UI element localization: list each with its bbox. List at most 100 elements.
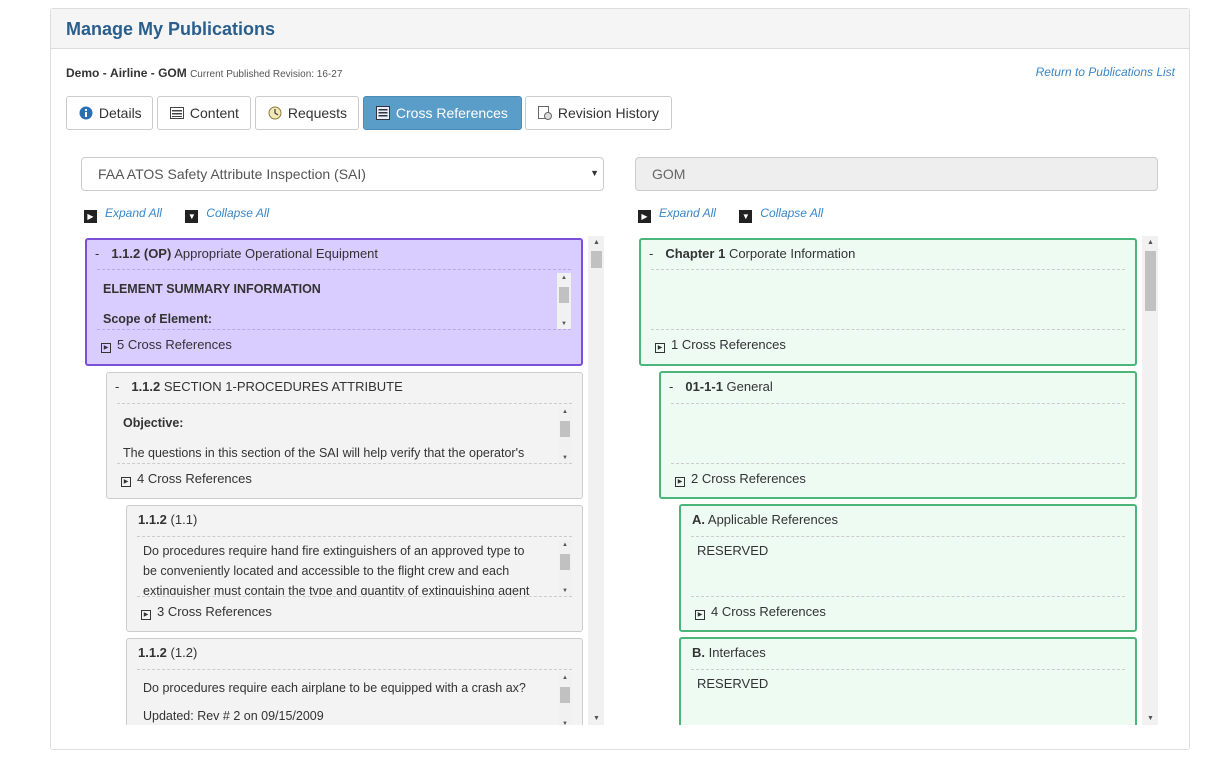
tab-label: Details — [98, 105, 142, 121]
right-collapse-all-link[interactable]: Collapse All — [760, 206, 823, 220]
expand-icon: ▶ — [141, 610, 151, 620]
tab-label: Content — [189, 105, 239, 121]
requests-icon — [268, 106, 282, 120]
right-select-value: GOM — [652, 166, 686, 182]
node-scrollbar[interactable]: ▲ ▼ — [558, 540, 572, 596]
node-title: -01-1-1 General — [669, 379, 773, 394]
divider — [651, 269, 1125, 270]
node-body: ELEMENT SUMMARY INFORMATION Scope of Ele… — [103, 274, 555, 332]
node-scrollbar[interactable]: ▲ ▼ — [557, 273, 571, 329]
right-expand-collapse: ▶ Expand All ▼ Collapse All — [638, 206, 823, 223]
node-name: SECTION 1-PROCEDURES ATTRIBUTE — [163, 379, 403, 394]
tree-node[interactable]: B. Interfaces RESERVED — [679, 637, 1137, 725]
node-body-line: Objective: — [123, 416, 184, 430]
node-body: RESERVED — [697, 674, 1109, 698]
node-body-line: be conveniently located and accessible t… — [143, 564, 510, 578]
divider — [691, 669, 1125, 670]
left-tree-scrollbar[interactable]: ▲ ▼ — [588, 236, 604, 725]
scroll-down-icon[interactable]: ▼ — [1142, 712, 1158, 725]
panel-header: Manage My Publications — [51, 9, 1189, 49]
tree-node[interactable]: 1.1.2 (1.1) Do procedures require hand f… — [126, 505, 583, 632]
divider — [691, 536, 1125, 537]
left-publication-select[interactable]: FAA ATOS Safety Attribute Inspection (SA… — [81, 157, 604, 191]
node-scrollbar[interactable]: ▲ ▼ — [558, 407, 572, 463]
cross-references-toggle[interactable]: ▶ 4 Cross References — [695, 604, 826, 620]
expand-icon: ▶ — [121, 477, 131, 487]
xref-count: 4 Cross References — [711, 604, 826, 619]
right-expand-all-link[interactable]: Expand All — [659, 206, 716, 220]
divider — [117, 403, 572, 404]
xref-count: 5 Cross References — [117, 337, 232, 352]
node-title: A. Applicable References — [692, 512, 838, 527]
publication-sep-1: - — [102, 66, 107, 80]
divider — [137, 536, 572, 537]
right-tree-scrollbar[interactable]: ▲ ▼ — [1142, 236, 1158, 725]
expand-icon[interactable]: ▶ — [84, 210, 97, 223]
tab-content[interactable]: Content — [157, 96, 251, 130]
node-number: 1.1.2 (OP) — [111, 246, 172, 261]
revision-text: Current Published Revision: 16-27 — [190, 69, 343, 80]
scroll-up-icon[interactable]: ▲ — [1142, 236, 1158, 249]
tree-node[interactable]: -01-1-1 General ▶ 2 Cross References — [659, 371, 1137, 499]
divider — [671, 403, 1125, 404]
tree-node[interactable]: - Chapter 1 Corporate Information ▶ 1 Cros… — [639, 238, 1137, 366]
page-title: Manage My Publications — [66, 19, 276, 39]
tab-revision-history[interactable]: Revision History — [525, 96, 672, 130]
divider — [97, 269, 571, 270]
node-body: Objective: The questions in this section… — [123, 408, 556, 463]
xref-count: 3 Cross References — [157, 604, 272, 619]
node-number: A. — [692, 512, 705, 527]
xref-count: 1 Cross References — [671, 337, 786, 352]
tab-details[interactable]: Details — [66, 96, 153, 130]
divider — [137, 596, 572, 597]
right-publication-select[interactable]: GOM — [635, 157, 1158, 191]
divider — [691, 596, 1125, 597]
left-expand-all-link[interactable]: Expand All — [105, 206, 162, 220]
node-body-line: Scope of Element: — [103, 312, 213, 326]
scroll-thumb[interactable] — [1145, 251, 1156, 311]
cross-references-icon — [376, 106, 390, 120]
cross-references-toggle[interactable]: ▶ 3 Cross References — [141, 604, 272, 620]
collapse-icon[interactable]: ▼ — [739, 210, 753, 223]
xref-count: 2 Cross References — [691, 471, 806, 486]
tree-node-selected[interactable]: -1.1.2 (OP) Appropriate Operational Equi… — [85, 238, 583, 366]
left-collapse-all-link[interactable]: Collapse All — [206, 206, 269, 220]
cross-references-toggle[interactable]: ▶ 1 Cross References — [655, 337, 786, 353]
xref-count: 4 Cross References — [137, 471, 252, 486]
scroll-up-icon[interactable]: ▲ — [588, 236, 604, 249]
info-icon — [79, 106, 93, 120]
tree-node[interactable]: -1.1.2 SECTION 1-PROCEDURES ATTRIBUTE Ob… — [106, 372, 583, 499]
cross-references-toggle[interactable]: ▶ 4 Cross References — [121, 471, 252, 487]
return-to-list-link[interactable]: Return to Publications List — [1036, 65, 1175, 79]
expand-icon[interactable]: ▶ — [638, 210, 651, 223]
node-name: Appropriate Operational Equipment — [174, 246, 379, 261]
collapse-icon[interactable]: ▼ — [185, 210, 199, 223]
expand-icon: ▶ — [695, 610, 705, 620]
tab-cross-references[interactable]: Cross References — [363, 96, 522, 130]
revision-history-icon — [538, 106, 552, 120]
node-body-line: RESERVED — [697, 676, 769, 691]
content-icon — [170, 106, 184, 120]
cross-references-toggle[interactable]: ▶ 5 Cross References — [101, 337, 232, 353]
scroll-down-icon[interactable]: ▼ — [588, 712, 604, 725]
cross-references-toggle[interactable]: ▶ 2 Cross References — [675, 471, 806, 487]
tab-requests[interactable]: Requests — [255, 96, 359, 130]
publication-sep-2: - — [150, 66, 155, 80]
node-title: - Chapter 1 Corporate Information — [649, 246, 856, 261]
expand-icon: ▶ — [101, 343, 111, 353]
node-body-line: The questions in this section of the SAI… — [123, 446, 525, 460]
scroll-thumb[interactable] — [591, 251, 602, 268]
node-title: 1.1.2 (1.2) — [138, 645, 197, 660]
node-body-line: extinguisher must contain the type and q… — [143, 584, 530, 595]
tree-node[interactable]: A. Applicable References RESERVED ▶ 4 Cro… — [679, 504, 1137, 632]
node-name: Corporate Information — [728, 246, 856, 261]
tree-node[interactable]: 1.1.2 (1.2) Do procedures require each a… — [126, 638, 583, 725]
tab-label: Requests — [287, 105, 348, 121]
divider — [671, 463, 1125, 464]
node-scrollbar[interactable]: ▲ ▼ — [558, 673, 572, 725]
left-expand-collapse: ▶ Expand All ▼ Collapse All — [84, 206, 269, 223]
node-number: 01-1-1 — [685, 379, 723, 394]
node-title: -1.1.2 SECTION 1-PROCEDURES ATTRIBUTE — [115, 379, 403, 394]
publication-info: Demo - Airline - GOM Current Published R… — [66, 66, 342, 80]
node-body: RESERVED — [697, 541, 1109, 565]
